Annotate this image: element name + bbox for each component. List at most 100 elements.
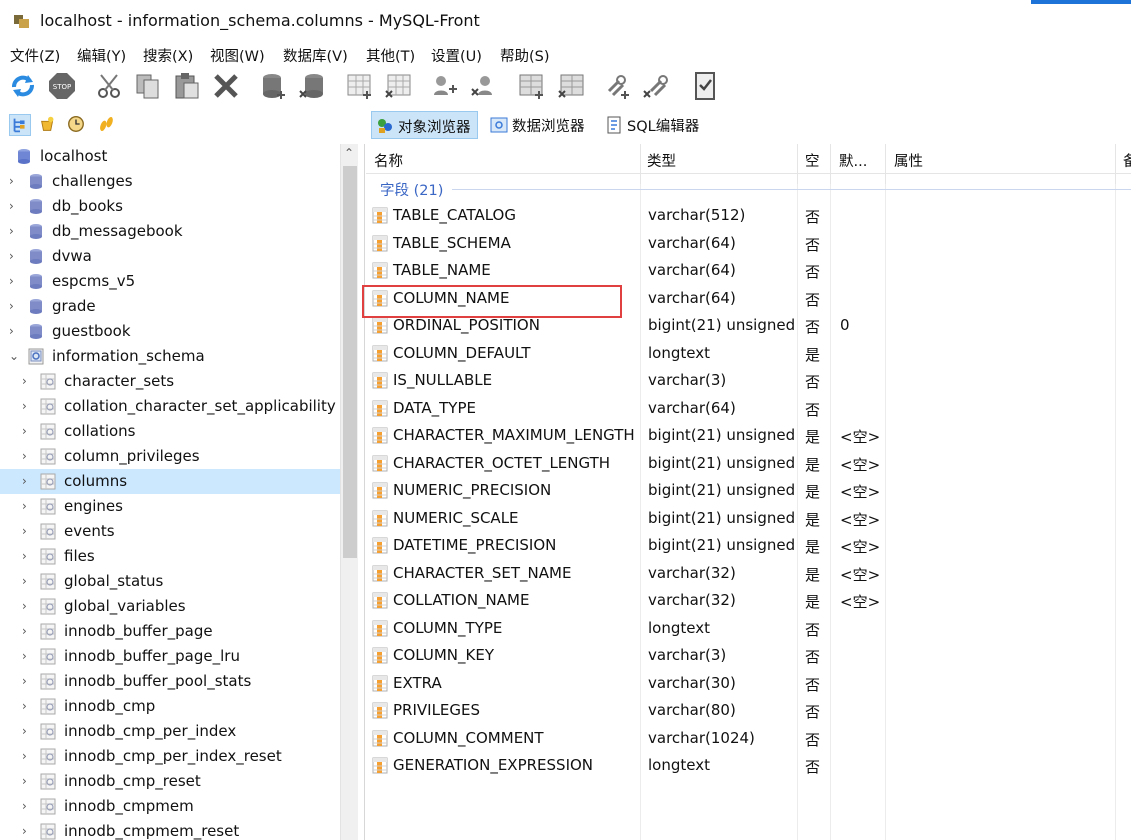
expand-arrow-icon[interactable]: › xyxy=(9,199,21,213)
expand-arrow-icon[interactable]: › xyxy=(22,724,34,738)
checklist-button[interactable] xyxy=(690,71,720,101)
tree-item-table[interactable]: › innodb_cmp xyxy=(0,694,340,719)
menu-database[interactable]: 数据库(V) xyxy=(283,45,348,66)
table-row[interactable]: NUMERIC_PRECISION bigint(21) unsigned 是 <空> xyxy=(366,477,1131,504)
header-type[interactable]: 类型 xyxy=(647,150,676,171)
tree-item-table[interactable]: › innodb_buffer_page_lru xyxy=(0,644,340,669)
collapse-arrow-icon[interactable]: ⌄ xyxy=(9,349,21,363)
tree-item-database[interactable]: › guestbook xyxy=(0,319,340,344)
tree-item-database[interactable]: › db_books xyxy=(0,194,340,219)
menu-help[interactable]: 帮助(S) xyxy=(500,45,550,66)
header-name[interactable]: 名称 xyxy=(374,150,403,171)
expand-arrow-icon[interactable]: › xyxy=(22,649,34,663)
tree-item-information-schema[interactable]: ⌄ information_schema xyxy=(0,344,340,369)
tree-item-localhost[interactable]: localhost xyxy=(0,144,340,169)
panel-splitter[interactable] xyxy=(358,144,365,840)
expand-arrow-icon[interactable]: › xyxy=(22,449,34,463)
expand-arrow-icon[interactable]: › xyxy=(9,324,21,338)
expand-arrow-icon[interactable]: › xyxy=(22,549,34,563)
table-row[interactable]: DATA_TYPE varchar(64) 否 xyxy=(366,395,1131,422)
table-row[interactable]: EXTRA varchar(30) 否 xyxy=(366,670,1131,697)
expand-arrow-icon[interactable]: › xyxy=(9,299,21,313)
menu-view[interactable]: 视图(W) xyxy=(210,45,265,66)
table-row[interactable]: COLUMN_TYPE longtext 否 xyxy=(366,615,1131,642)
tree-item-database[interactable]: › db_messagebook xyxy=(0,219,340,244)
table-row[interactable]: NUMERIC_SCALE bigint(21) unsigned 是 <空> xyxy=(366,505,1131,532)
expand-arrow-icon[interactable]: › xyxy=(22,424,34,438)
expand-arrow-icon[interactable]: › xyxy=(22,624,34,638)
tree-item-database[interactable]: › dvwa xyxy=(0,244,340,269)
expand-arrow-icon[interactable]: › xyxy=(9,174,21,188)
tree-item-table[interactable]: › global_status xyxy=(0,569,340,594)
tree-item-table[interactable]: › engines xyxy=(0,494,340,519)
expand-arrow-icon[interactable]: › xyxy=(22,599,34,613)
table-row[interactable]: COLUMN_COMMENT varchar(1024) 否 xyxy=(366,725,1131,752)
expand-arrow-icon[interactable]: › xyxy=(22,524,34,538)
expand-arrow-icon[interactable]: › xyxy=(22,474,34,488)
tab-data-browser[interactable]: 数据浏览器 xyxy=(486,111,591,139)
tree-item-table[interactable]: › innodb_cmp_reset xyxy=(0,769,340,794)
tab-object-browser[interactable]: 对象浏览器 xyxy=(371,111,478,139)
table-row[interactable]: GENERATION_EXPRESSION longtext 否 xyxy=(366,752,1131,779)
header-comment[interactable]: 备 xyxy=(1123,150,1131,171)
tree-item-database[interactable]: › challenges xyxy=(0,169,340,194)
fields-group-label[interactable]: 字段 (21) xyxy=(380,179,443,200)
tree-item-table[interactable]: › innodb_buffer_page xyxy=(0,619,340,644)
new-table-button[interactable] xyxy=(345,71,375,101)
expand-arrow-icon[interactable]: › xyxy=(22,399,34,413)
menu-edit[interactable]: 编辑(Y) xyxy=(77,45,126,66)
expand-arrow-icon[interactable]: › xyxy=(22,824,34,838)
table-row[interactable]: CHARACTER_SET_NAME varchar(32) 是 <空> xyxy=(366,560,1131,587)
new-record-button[interactable] xyxy=(517,71,547,101)
delete-user-button[interactable] xyxy=(469,71,499,101)
tree-item-database[interactable]: › espcms_v5 xyxy=(0,269,340,294)
table-row[interactable]: CHARACTER_OCTET_LENGTH bigint(21) unsigne… xyxy=(366,450,1131,477)
favorites-button[interactable] xyxy=(38,114,60,136)
expand-arrow-icon[interactable]: › xyxy=(22,574,34,588)
stop-button[interactable]: STOP xyxy=(47,71,77,101)
history-button[interactable] xyxy=(66,114,88,136)
tree-item-table[interactable]: › files xyxy=(0,544,340,569)
new-database-button[interactable] xyxy=(259,71,289,101)
new-link-button[interactable] xyxy=(603,71,633,101)
table-row[interactable]: TABLE_CATALOG varchar(512) 否 xyxy=(366,202,1131,229)
footprints-button[interactable] xyxy=(96,114,118,136)
menu-other[interactable]: 其他(T) xyxy=(366,45,415,66)
menu-file[interactable]: 文件(Z) xyxy=(10,45,60,66)
delete-table-button[interactable] xyxy=(383,71,413,101)
delete-button[interactable] xyxy=(211,71,241,101)
tree-item-table[interactable]: › columns xyxy=(0,469,340,494)
expand-arrow-icon[interactable]: › xyxy=(22,674,34,688)
cut-button[interactable] xyxy=(95,71,125,101)
tree-item-table[interactable]: › innodb_cmpmem xyxy=(0,794,340,819)
object-tree-button[interactable] xyxy=(9,114,31,136)
table-row[interactable]: TABLE_SCHEMA varchar(64) 否 xyxy=(366,230,1131,257)
expand-arrow-icon[interactable]: › xyxy=(22,499,34,513)
table-row[interactable]: PRIVILEGES varchar(80) 否 xyxy=(366,697,1131,724)
table-row[interactable]: TABLE_NAME varchar(64) 否 xyxy=(366,257,1131,284)
tree-item-table[interactable]: › events xyxy=(0,519,340,544)
expand-arrow-icon[interactable]: › xyxy=(22,774,34,788)
tree-item-table[interactable]: › character_sets xyxy=(0,369,340,394)
delete-database-button[interactable] xyxy=(297,71,327,101)
table-row[interactable]: CHARACTER_MAXIMUM_LENGTH bigint(21) unsig… xyxy=(366,422,1131,449)
expand-arrow-icon[interactable]: › xyxy=(22,749,34,763)
header-default[interactable]: 默... xyxy=(839,150,867,171)
tree-item-table[interactable]: › collations xyxy=(0,419,340,444)
menu-settings[interactable]: 设置(U) xyxy=(431,45,482,66)
header-null[interactable]: 空 xyxy=(805,150,820,171)
tree-item-table[interactable]: › global_variables xyxy=(0,594,340,619)
scroll-up-icon[interactable]: ⌃ xyxy=(344,146,354,160)
delete-link-button[interactable] xyxy=(641,71,671,101)
table-row[interactable]: COLUMN_DEFAULT longtext 是 xyxy=(366,340,1131,367)
header-attributes[interactable]: 属性 xyxy=(894,150,923,171)
copy-button[interactable] xyxy=(133,71,163,101)
tree-item-table[interactable]: › innodb_cmp_per_index_reset xyxy=(0,744,340,769)
expand-arrow-icon[interactable]: › xyxy=(22,699,34,713)
menu-search[interactable]: 搜索(X) xyxy=(143,45,193,66)
tree-item-table[interactable]: › innodb_buffer_pool_stats xyxy=(0,669,340,694)
table-row[interactable]: COLLATION_NAME varchar(32) 是 <空> xyxy=(366,587,1131,614)
tree-item-table[interactable]: › innodb_cmp_per_index xyxy=(0,719,340,744)
paste-button[interactable] xyxy=(172,71,202,101)
new-user-button[interactable] xyxy=(431,71,461,101)
